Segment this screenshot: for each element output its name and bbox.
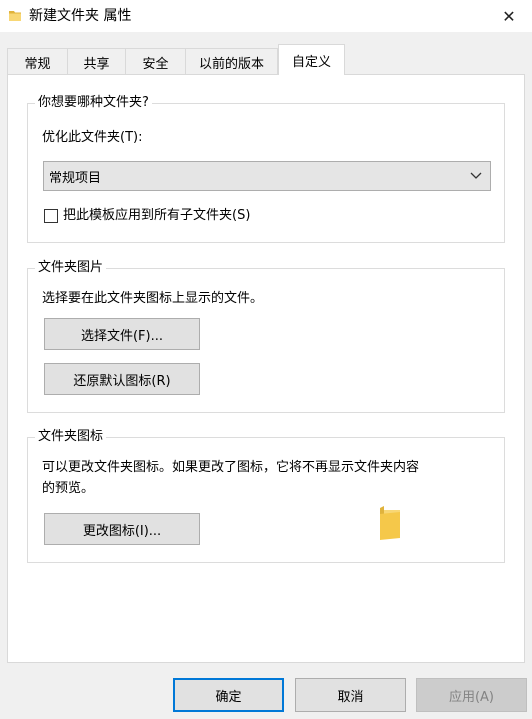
- button-label: 还原默认图标(R): [73, 373, 171, 389]
- tab-customize[interactable]: 自定义: [278, 44, 345, 75]
- ok-button[interactable]: 确定: [173, 678, 284, 712]
- group-title: 文件夹图片: [35, 260, 107, 276]
- folder-icon: [9, 11, 21, 21]
- apply-button[interactable]: 应用(A): [416, 678, 527, 712]
- dropdown-value: 常规项目: [49, 170, 102, 186]
- button-label: 选择文件(F)...: [80, 328, 164, 344]
- folder-type-dropdown[interactable]: 常规项目: [43, 161, 491, 191]
- button-label: 应用(A): [448, 689, 495, 705]
- folder-pictures-description: 选择要在此文件夹图标上显示的文件。: [42, 291, 264, 306]
- folder-pictures-group: 文件夹图片 选择要在此文件夹图标上显示的文件。 选择文件(F)... 还原默认图…: [27, 260, 505, 413]
- close-button[interactable]: ✕: [486, 0, 532, 32]
- change-icon-button[interactable]: 更改图标(I)...: [44, 513, 200, 545]
- button-label: 确定: [215, 689, 242, 705]
- optimize-label: 优化此文件夹(T):: [42, 130, 143, 145]
- title-bar: 新建文件夹 属性 ✕: [0, 0, 532, 32]
- tab-label: 常规: [24, 56, 51, 72]
- apply-subfolders-label: 把此模板应用到所有子文件夹(S): [63, 208, 251, 223]
- folder-icons-group: 文件夹图标 可以更改文件夹图标。如果更改了图标，它将不再显示文件夹内容 的预览。…: [27, 429, 505, 563]
- choose-file-button[interactable]: 选择文件(F)...: [44, 318, 200, 350]
- folder-icons-description-line2: 的预览。: [42, 481, 95, 496]
- button-label: 取消: [337, 689, 364, 705]
- close-icon: ✕: [502, 6, 516, 26]
- group-title: 文件夹图标: [35, 429, 107, 445]
- cancel-button[interactable]: 取消: [295, 678, 406, 712]
- tab-security[interactable]: 安全: [125, 48, 186, 75]
- chevron-down-icon: [470, 172, 482, 179]
- tab-label: 以前的版本: [198, 56, 264, 72]
- restore-default-button[interactable]: 还原默认图标(R): [44, 363, 200, 395]
- group-title: 你想要哪种文件夹?: [35, 95, 152, 111]
- window-title: 新建文件夹 属性: [29, 8, 132, 24]
- apply-subfolders-checkbox[interactable]: [44, 209, 58, 223]
- tab-strip: 常规 共享 安全 以前的版本 自定义: [0, 44, 532, 75]
- folder-preview-icon: [380, 506, 400, 540]
- tab-sharing[interactable]: 共享: [67, 48, 126, 75]
- folder-icons-description-line1: 可以更改文件夹图标。如果更改了图标，它将不再显示文件夹内容: [42, 460, 420, 475]
- tab-label: 共享: [83, 56, 110, 72]
- folder-type-group: 你想要哪种文件夹? 优化此文件夹(T): 常规项目 把此模板应用到所有子文件夹(…: [27, 95, 505, 243]
- tab-label: 自定义: [291, 54, 331, 70]
- customize-panel: 你想要哪种文件夹? 优化此文件夹(T): 常规项目 把此模板应用到所有子文件夹(…: [7, 74, 525, 663]
- button-label: 更改图标(I)...: [82, 523, 162, 539]
- tab-general[interactable]: 常规: [7, 48, 68, 75]
- tab-label: 安全: [142, 56, 169, 72]
- tab-previous-versions[interactable]: 以前的版本: [185, 48, 278, 75]
